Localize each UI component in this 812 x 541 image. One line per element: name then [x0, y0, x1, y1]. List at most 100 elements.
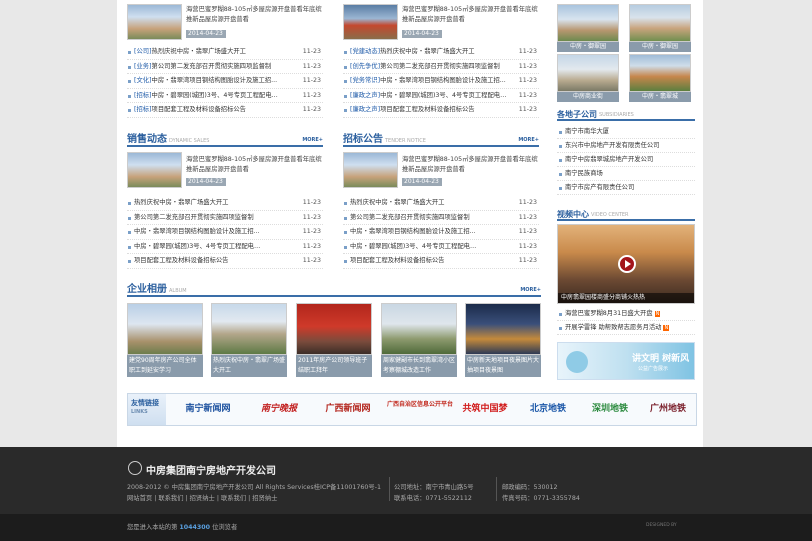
design-credit: DESIGNED BY — [646, 523, 677, 528]
property-photo[interactable] — [557, 4, 619, 42]
property-item[interactable]: 中房・御翠园 — [557, 4, 619, 52]
link-logo-nanning-news[interactable]: 南宁新闻网 — [172, 398, 244, 421]
visitor-counter: 您是进入本站的第 1044300 位浏览者 — [127, 524, 238, 531]
link-logo-beijing-subway[interactable]: 北京地铁 — [520, 398, 576, 421]
section-subtitle: SUBSIDIARIES — [599, 112, 634, 118]
news-row[interactable]: [公司]热烈庆祝中房・翡翠广场盛大开工 11-23 — [127, 45, 323, 60]
news-row[interactable]: [创先争优]第公司第二发充部召开贯彻实施四项监督制 11-23 — [343, 60, 539, 74]
link-logo-china-dream[interactable]: 共筑中国梦 — [456, 398, 514, 421]
more-link[interactable]: MORE+ — [520, 287, 541, 293]
news-summary[interactable]: 海营巴蜜罗糊88-105㎡多屋房源开盘普看年底缤推新品屋房源开盘普看 — [402, 155, 539, 175]
more-link[interactable]: MORE+ — [518, 137, 539, 143]
page-content: 海营巴蜜罗糊88-105㎡多屋房源开盘普看年底缤推新品屋房源开盘普看 2014-… — [117, 0, 703, 447]
news-row[interactable]: [党务常识]中房・翡翠湾项目钢结构图胎设计及施工招... 11-23 — [343, 74, 539, 89]
news-block-tender: 海营巴蜜罗糊88-105㎡多屋房源开盘普看年底缤推新品屋房源开盘普看 2014-… — [343, 152, 539, 270]
video-player[interactable]: 中房翡翠园楼商盛分商铺火热热 — [557, 224, 695, 304]
footer-company-name: 中房集团南宁房地产开发公司 — [146, 466, 276, 477]
news-row[interactable]: [招标]中房・碧翠园(城团)3号、4号专页工程配电… 11-23 — [127, 89, 323, 103]
album-item[interactable]: 建党90周年房产公司全体职工到延安学习 — [127, 303, 203, 377]
album-item[interactable]: 2011年房产公司领导班子结职工拜年 — [296, 303, 372, 377]
list-item[interactable]: 东兴市中房地产开发有限责任公司 — [557, 139, 695, 153]
album-photo[interactable] — [381, 303, 457, 355]
property-item[interactable]: 中房商业街 — [557, 54, 619, 102]
news-list: [党建动态]热烈庆祝中房・翡翠广场盛大开工 11-23 [创先争优]第公司第二发充… — [343, 45, 539, 118]
news-thumb[interactable] — [127, 152, 182, 188]
sales-section-header: 销售动态 DYNAMIC SALES MORE+ — [127, 134, 323, 147]
news-block-sales: 海营巴蜜罗糊88-105㎡多屋房源开盘普看年底缤推新品屋房源开盘普看 2014-… — [127, 152, 323, 270]
album-item[interactable]: 中房新天地项目夜景图片大抽项目夜景图 — [465, 303, 541, 377]
news-row[interactable]: [业务]第公司第二发充部召开贯彻实施四项监督制 11-23 — [127, 60, 323, 74]
news-block-party: 海营巴蜜罗糊88-105㎡多屋房源开盘普看年底缤推新品屋房源开盘普看 2014-… — [343, 0, 539, 125]
news-row[interactable]: 第公司第二发充部召开贯彻实施四项监督制 11-23 — [127, 211, 323, 225]
section-title: 企业相册 — [127, 284, 167, 295]
news-summary[interactable]: 海营巴蜜罗糊88-105㎡多屋房源开盘普看年底缤推新品屋房源开盘普看 — [186, 5, 323, 25]
property-item[interactable]: 中房・翡翠城 — [629, 54, 691, 102]
new-badge: N — [654, 311, 661, 317]
news-row[interactable]: [廉政之声]中房・碧翠园(城团)3号、4号专页工程配电… 11-23 — [343, 89, 539, 103]
link-logo-nanning-evening[interactable]: 南宁晚报 — [249, 398, 309, 421]
property-photo[interactable] — [557, 54, 619, 92]
news-row[interactable]: [招标]项目配套工程及材料设备招标公告 11-23 — [127, 103, 323, 118]
album-photo[interactable] — [465, 303, 541, 355]
list-item[interactable]: 南宁市房产有限责任公司 — [557, 181, 695, 195]
link-logo-shenzhen-metro[interactable]: 深圳地铁 — [582, 398, 638, 421]
link-logo-gov-info[interactable]: 广西自治区信息公开平台 — [387, 398, 453, 421]
footer-link[interactable]: 网站首页 — [127, 495, 152, 502]
news-thumb[interactable] — [127, 4, 182, 40]
link-logo-guangxi-news[interactable]: 广西新闻网 — [314, 398, 382, 421]
new-badge: N — [663, 325, 670, 331]
news-row[interactable]: [党建动态]热烈庆祝中房・翡翠广场盛大开工 11-23 — [343, 45, 539, 60]
list-item[interactable]: 南宁民族商场 — [557, 167, 695, 181]
news-row[interactable]: 中房・翡翠湾项目钢结构图胎设计及施工招... 11-23 — [343, 225, 539, 240]
property-caption[interactable]: 中房・御翠园 — [629, 42, 691, 52]
footer-link[interactable]: 联系我们 — [221, 495, 246, 502]
album-caption[interactable]: 建党90周年房产公司全体职工到延安学习 — [127, 355, 203, 377]
play-icon[interactable] — [618, 255, 636, 273]
video-caption[interactable]: 中房翡翠园楼商盛分商铺火热热 — [558, 293, 694, 303]
news-row[interactable]: 热烈庆祝中房・翡翠广场盛大开工 11-23 — [343, 196, 539, 211]
news-row[interactable]: 热烈庆祝中房・翡翠广场盛大开工 11-23 — [127, 196, 323, 211]
list-item[interactable]: 南宁市南华大厦 — [557, 125, 695, 139]
footer-link[interactable]: 联系我们 — [158, 495, 183, 502]
album-item[interactable]: 周家健副市长到翡翠湾小区考察棚城改造工作 — [381, 303, 457, 377]
news-thumb[interactable] — [343, 152, 398, 188]
property-caption[interactable]: 中房・御翠园 — [557, 42, 619, 52]
album-caption[interactable]: 热烈庆祝中房・翡翠广场盛大开工 — [211, 355, 287, 377]
property-caption[interactable]: 中房・翡翠城 — [629, 92, 691, 102]
album-photo[interactable] — [127, 303, 203, 355]
album-caption[interactable]: 2011年房产公司领导班子结职工拜年 — [296, 355, 372, 377]
album-caption[interactable]: 周家健副市长到翡翠湾小区考察棚城改造工作 — [381, 355, 457, 377]
album-photo[interactable] — [296, 303, 372, 355]
news-row[interactable]: 中房・翡翠湾项目钢结构图胎设计及施工招... 11-23 — [127, 225, 323, 240]
list-item[interactable]: 南宁中房翡翠城房地产开发公司 — [557, 153, 695, 167]
zip-code: 邮政编码：530012 — [502, 484, 558, 491]
section-subtitle: DYNAMIC SALES — [169, 138, 210, 144]
news-summary[interactable]: 海营巴蜜罗糊88-105㎡多屋房源开盘普看年底缤推新品屋房源开盘普看 — [186, 155, 323, 175]
album-photo[interactable] — [211, 303, 287, 355]
footer-nav: 网站首页 | 联系我们 | 招贤纳士 | 联系我们 | 招贤纳士 — [127, 495, 278, 502]
property-item[interactable]: 中房・御翠园 — [629, 4, 691, 52]
news-row[interactable]: [文化]中房・翡翠湾项目钢结构图胎设计及施工招... 11-23 — [127, 74, 323, 89]
ad-banner[interactable]: 讲文明 树新风 公益广告展示 — [557, 342, 695, 380]
property-caption[interactable]: 中房商业街 — [557, 92, 619, 102]
news-row[interactable]: 第公司第二发充部召开贯彻实施四项监督制 11-23 — [343, 211, 539, 225]
footer-link[interactable]: 招贤纳士 — [190, 495, 215, 502]
album-item[interactable]: 热烈庆祝中房・翡翠广场盛大开工 — [211, 303, 287, 377]
more-link[interactable]: MORE+ — [302, 137, 323, 143]
list-item[interactable]: 海营巴蜜罗糊8月31日盛大开盘 N — [557, 307, 695, 321]
news-summary[interactable]: 海营巴蜜罗糊88-105㎡多屋房源开盘普看年底缤推新品屋房源开盘普看 — [402, 5, 539, 25]
property-photo[interactable] — [629, 54, 691, 92]
news-row[interactable]: 中房・碧翠园(城团)3号、4号专页工程配电… 11-23 — [343, 240, 539, 254]
news-row[interactable]: [廉政之声]项目配套工程及材料设备招标公告 11-23 — [343, 103, 539, 118]
news-row[interactable]: 中房・碧翠园(城团)3号、4号专页工程配电… 11-23 — [127, 240, 323, 254]
news-row[interactable]: 项目配套工程及材料设备招标公告 11-23 — [127, 254, 323, 269]
dove-icon — [566, 351, 588, 373]
news-thumb[interactable] — [343, 4, 398, 40]
footer-link[interactable]: 招贤纳士 — [252, 495, 277, 502]
subsidiaries-header: 各地子公司 SUBSIDIARIES — [557, 109, 695, 121]
link-logo-guangzhou-metro[interactable]: 广州地铁 — [642, 398, 694, 421]
news-row[interactable]: 项目配套工程及材料设备招标公告 11-23 — [343, 254, 539, 269]
property-photo[interactable] — [629, 4, 691, 42]
list-item[interactable]: 开展学雷锋 助帮致帮志愿务月活动 N — [557, 321, 695, 335]
album-caption[interactable]: 中房新天地项目夜景图片大抽项目夜景图 — [465, 355, 541, 377]
